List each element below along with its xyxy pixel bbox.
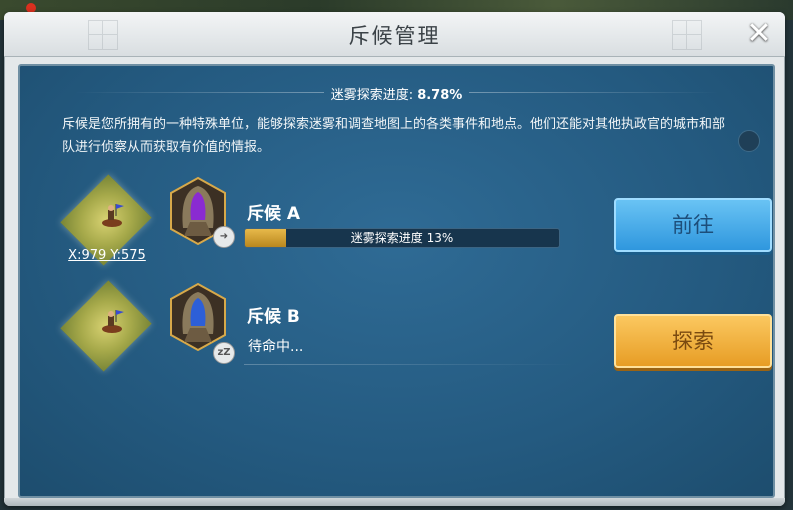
scout-row-a: X:979 Y:575 ➜ 斥候 A 迷雾探索进度 13% 前往 [20, 174, 773, 276]
sleep-icon: zZ [213, 342, 235, 364]
scout-b-divider [244, 364, 574, 365]
divider-left [74, 92, 324, 93]
scout-b-portrait-icon [170, 282, 226, 352]
divider-right [469, 92, 719, 93]
window-bottom-edge [4, 498, 785, 506]
info-icon[interactable] [738, 130, 760, 152]
scout-panel: 迷雾探索进度: 8.78% 斥候是您所拥有的一种特殊单位，能够探索迷雾和调查地图… [18, 64, 775, 498]
horse-rider-icon [102, 310, 124, 333]
fog-progress-value: 8.78% [417, 88, 463, 103]
go-to-button[interactable]: 前往 [614, 198, 772, 252]
scout-management-window: 斥候管理 ✕ 迷雾探索进度: 8.78% 斥候是您所拥有的一种特殊单位，能够探索… [4, 12, 785, 506]
window-title: 斥候管理 [348, 24, 441, 48]
scout-a-coordinates[interactable]: X:979 Y:575 [62, 248, 152, 263]
scout-a-progress-text: 迷雾探索进度 13% [350, 231, 454, 245]
title-ornament-right [672, 20, 702, 50]
horse-rider-icon [102, 204, 124, 227]
scout-b-status: 待命中... [248, 339, 304, 355]
marching-icon: ➜ [213, 226, 235, 248]
scout-b-map-tile[interactable] [54, 280, 166, 378]
title-bar: 斥候管理 ✕ [4, 12, 785, 57]
close-button[interactable]: ✕ [743, 19, 775, 49]
scout-description: 斥候是您所拥有的一种特殊单位，能够探索迷雾和调查地图上的各类事件和地点。他们还能… [62, 117, 726, 155]
fog-progress-label: 迷雾探索进度: [330, 88, 418, 103]
scout-a-progress-bar: 迷雾探索进度 13% [244, 228, 560, 248]
scout-b-name: 斥候 B [247, 307, 300, 327]
fog-exploration-progress: 迷雾探索进度: 8.78% [20, 84, 773, 103]
scout-row-b: zZ 斥候 B 待命中... 探索 [20, 280, 773, 382]
scout-a-name: 斥候 A [247, 204, 301, 224]
explore-button[interactable]: 探索 [614, 314, 772, 368]
